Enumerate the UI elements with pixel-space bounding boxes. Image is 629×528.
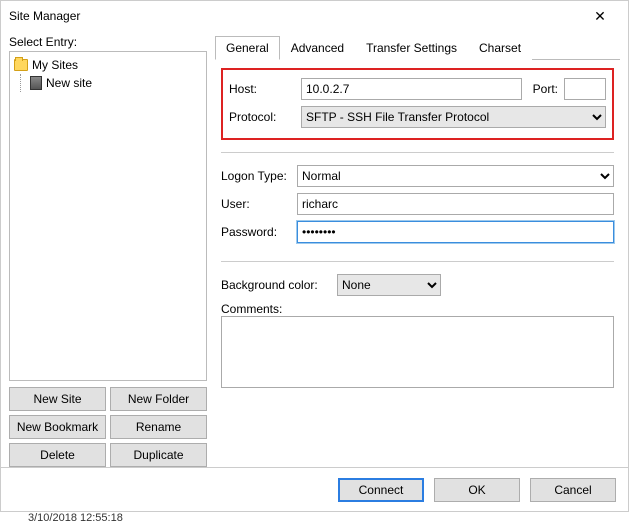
duplicate-button[interactable]: Duplicate bbox=[110, 443, 207, 467]
connect-button[interactable]: Connect bbox=[338, 478, 424, 502]
background-color-select[interactable]: None bbox=[337, 274, 441, 296]
site-icon bbox=[30, 76, 42, 90]
password-input[interactable] bbox=[297, 221, 614, 243]
host-label: Host: bbox=[229, 82, 295, 96]
dialog-footer: Connect OK Cancel bbox=[1, 467, 628, 511]
delete-button[interactable]: Delete bbox=[9, 443, 106, 467]
folder-icon bbox=[14, 59, 28, 71]
connection-group: Host: Port: Protocol: SFTP - SSH File Tr… bbox=[221, 68, 614, 140]
new-site-button[interactable]: New Site bbox=[9, 387, 106, 411]
new-bookmark-button[interactable]: New Bookmark bbox=[9, 415, 106, 439]
tree-root-label: My Sites bbox=[32, 58, 78, 72]
select-entry-label: Select Entry: bbox=[9, 35, 207, 49]
tab-advanced[interactable]: Advanced bbox=[280, 36, 355, 60]
right-pane: General Advanced Transfer Settings Chars… bbox=[215, 35, 620, 467]
background-color-label: Background color: bbox=[221, 278, 331, 292]
comments-textarea[interactable] bbox=[221, 316, 614, 388]
content: Select Entry: My Sites New site New Site… bbox=[1, 31, 628, 511]
tab-bar: General Advanced Transfer Settings Chars… bbox=[215, 35, 620, 60]
site-manager-window: Site Manager ✕ Select Entry: My Sites Ne… bbox=[0, 0, 629, 512]
tree-item-label: New site bbox=[46, 76, 92, 90]
protocol-label: Protocol: bbox=[229, 110, 295, 124]
misc-group: Background color: None Comments: bbox=[221, 274, 614, 391]
user-label: User: bbox=[221, 197, 291, 211]
logon-type-select[interactable]: Normal bbox=[297, 165, 614, 187]
logon-group: Logon Type: Normal User: Password: bbox=[221, 165, 614, 249]
window-title: Site Manager bbox=[9, 9, 80, 23]
comments-label: Comments: bbox=[221, 302, 614, 316]
port-label: Port: bbox=[528, 82, 558, 96]
password-label: Password: bbox=[221, 225, 291, 239]
general-panel: Host: Port: Protocol: SFTP - SSH File Tr… bbox=[215, 60, 620, 467]
left-pane: Select Entry: My Sites New site New Site… bbox=[9, 35, 207, 467]
tree-root[interactable]: My Sites bbox=[12, 56, 204, 74]
new-folder-button[interactable]: New Folder bbox=[110, 387, 207, 411]
status-timestamp: 3/10/2018 12:55:18 bbox=[0, 512, 629, 528]
rename-button[interactable]: Rename bbox=[110, 415, 207, 439]
separator bbox=[221, 152, 614, 153]
protocol-select[interactable]: SFTP - SSH File Transfer Protocol bbox=[301, 106, 606, 128]
tab-general[interactable]: General bbox=[215, 36, 280, 60]
entry-tree[interactable]: My Sites New site bbox=[9, 51, 207, 381]
tree-item[interactable]: New site bbox=[12, 74, 204, 92]
titlebar: Site Manager ✕ bbox=[1, 1, 628, 31]
ok-button[interactable]: OK bbox=[434, 478, 520, 502]
tab-charset[interactable]: Charset bbox=[468, 36, 532, 60]
close-icon[interactable]: ✕ bbox=[580, 8, 620, 25]
separator-2 bbox=[221, 261, 614, 262]
logon-type-label: Logon Type: bbox=[221, 169, 291, 183]
cancel-button[interactable]: Cancel bbox=[530, 478, 616, 502]
user-input[interactable] bbox=[297, 193, 614, 215]
tab-transfer-settings[interactable]: Transfer Settings bbox=[355, 36, 468, 60]
host-input[interactable] bbox=[301, 78, 522, 100]
port-input[interactable] bbox=[564, 78, 606, 100]
